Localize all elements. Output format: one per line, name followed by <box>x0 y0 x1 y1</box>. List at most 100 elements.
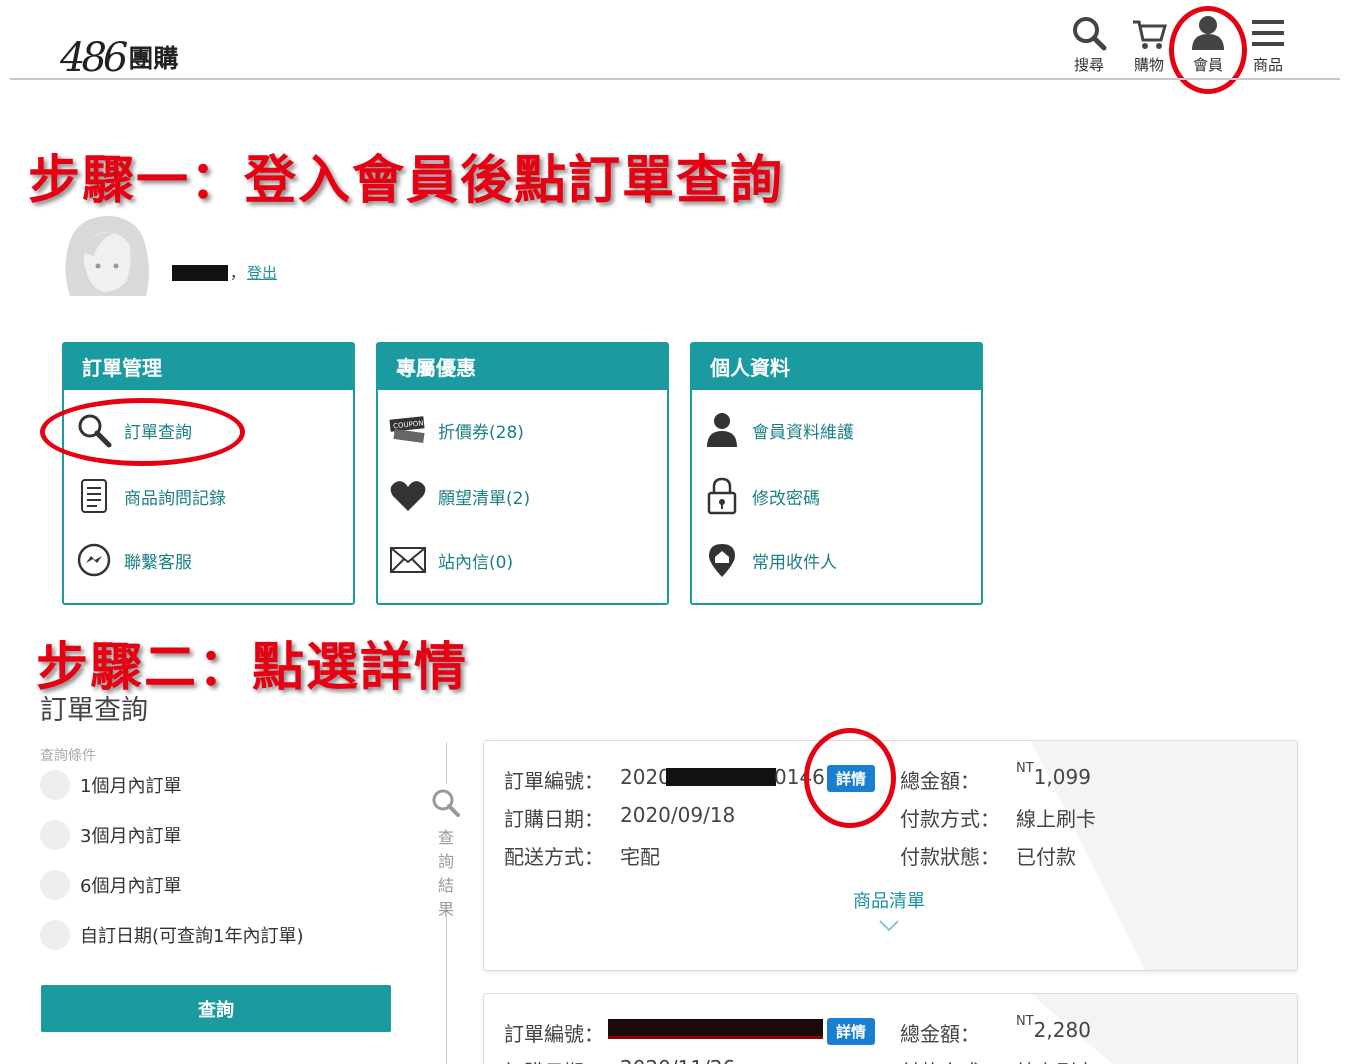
total-label: 總金額： <box>900 1022 980 1046</box>
panel-personal-info-title: 個人資料 <box>692 344 981 390</box>
order-date: 2020/09/18 <box>620 803 736 827</box>
user-greeting: ， 登出 <box>172 262 277 283</box>
query-button[interactable]: 查詢 <box>41 985 391 1032</box>
panel-exclusive-offers-title: 專屬優惠 <box>378 344 667 390</box>
menu-recipients-label: 常用收件人 <box>752 552 837 573</box>
option-1-month[interactable]: 1個月內訂單 <box>40 770 181 800</box>
option-custom-date[interactable]: 自訂日期(可查詢1年內訂單) <box>40 920 304 950</box>
option-3-months-label: 3個月內訂單 <box>80 826 182 847</box>
product-list-label: 商品清單 <box>853 891 925 912</box>
option-6-months[interactable]: 6個月內訂單 <box>40 870 181 900</box>
nav-products[interactable]: 商品 <box>1242 14 1294 74</box>
logo-text: 團購 <box>128 44 179 73</box>
heart-icon <box>388 476 428 516</box>
menu-change-password[interactable]: 修改密碼 <box>702 476 820 516</box>
total-amount: NT2,280 <box>1016 1014 1091 1042</box>
nav-products-label: 商品 <box>1252 56 1283 74</box>
payment-label: 付款方式： <box>900 1056 1000 1064</box>
divider-top <box>446 742 447 784</box>
total-amount: NT1,099 <box>1016 761 1091 789</box>
panel-exclusive-offers: 專屬優惠 COUPON 折價券(28) 願望清單(2) 站內信(0) <box>376 342 669 605</box>
menu-contact-support[interactable]: 聯繫客服 <box>74 540 192 580</box>
payment-method: 線上刷卡 <box>1016 1056 1096 1064</box>
messenger-icon <box>74 540 114 580</box>
redacted-order-no <box>666 768 776 786</box>
logo-mark: 486 <box>60 35 128 81</box>
product-list-toggle[interactable]: 商品清單 <box>853 887 925 933</box>
option-custom-date-label: 自訂日期(可查詢1年內訂單) <box>80 926 304 947</box>
redacted-order-no <box>608 1019 823 1039</box>
radio-custom-date[interactable] <box>40 920 70 950</box>
shipping-label: 配送方式： <box>504 845 604 869</box>
results-char-2: 詢 <box>437 852 454 871</box>
total-value: 1,099 <box>1033 765 1091 789</box>
radio-6-months[interactable] <box>40 870 70 900</box>
results-char-1: 查 <box>437 828 454 847</box>
search-icon <box>1073 17 1107 51</box>
order-date-label: 訂購日期： <box>504 1056 604 1064</box>
divider-bottom <box>446 912 447 1064</box>
site-logo[interactable]: 486 團購 <box>60 18 178 78</box>
menu-wishlist[interactable]: 願望清單(2) <box>388 476 530 516</box>
menu-contact-support-label: 聯繫客服 <box>124 552 192 573</box>
total-value: 2,280 <box>1033 1018 1091 1042</box>
annotation-circle-member <box>1169 6 1247 94</box>
currency: NT <box>1016 761 1034 776</box>
order-no-start: 2020 <box>620 765 671 789</box>
menu-coupons[interactable]: COUPON 折價券(28) <box>388 410 524 450</box>
order-date-label: 訂購日期： <box>504 807 604 831</box>
menu-change-password-label: 修改密碼 <box>752 488 820 509</box>
option-6-months-label: 6個月內訂單 <box>80 876 182 897</box>
cart-icon <box>1133 20 1167 49</box>
currency: NT <box>1016 1014 1034 1029</box>
option-1-month-label: 1個月內訂單 <box>80 776 182 797</box>
radio-3-months[interactable] <box>40 820 70 850</box>
shipping-method: 宅配 <box>620 845 660 869</box>
location-home-icon <box>702 540 742 580</box>
nav-search-label: 搜尋 <box>1073 56 1104 74</box>
menu-wishlist-label: 願望清單(2) <box>438 488 531 509</box>
person-icon <box>702 410 742 450</box>
redacted-username <box>172 264 228 281</box>
step1-annotation: 步驟一：登入會員後點訂單查詢 <box>28 151 785 211</box>
panel-order-management: 訂單管理 訂單查詢 商品詢問記錄 聯繫客服 <box>62 342 355 605</box>
radio-1-month[interactable] <box>40 770 70 800</box>
menu-product-inquiry[interactable]: 商品詢問記錄 <box>74 476 226 516</box>
payment-status-label: 付款狀態： <box>900 845 1000 869</box>
lock-icon <box>702 476 742 516</box>
order-card: 訂單編號： 詳情 訂購日期： 2020/11/26 總金額： NT2,280 付… <box>483 993 1298 1064</box>
option-3-months[interactable]: 3個月內訂單 <box>40 820 181 850</box>
chevron-down-icon <box>879 920 899 932</box>
order-date: 2020/11/26 <box>620 1056 735 1064</box>
annotation-circle-order-query <box>40 398 245 466</box>
order-query-title: 訂單查詢 <box>40 695 148 726</box>
menu-member-profile[interactable]: 會員資料維護 <box>702 410 854 450</box>
payment-status: 已付款 <box>1016 845 1076 869</box>
menu-member-profile-label: 會員資料維護 <box>752 422 854 443</box>
coupon-icon: COUPON <box>388 410 428 450</box>
detail-button[interactable]: 詳情 <box>827 1018 876 1045</box>
nav-cart-label: 購物 <box>1133 56 1164 74</box>
menu-recipients[interactable]: 常用收件人 <box>702 540 837 580</box>
search-results-icon <box>432 789 460 817</box>
header-divider <box>10 78 1340 80</box>
payment-method: 線上刷卡 <box>1016 807 1096 831</box>
menu-inbox[interactable]: 站內信(0) <box>388 540 513 580</box>
annotation-circle-detail <box>804 728 896 828</box>
menu-icon <box>1252 20 1284 46</box>
logout-link[interactable]: 登出 <box>247 262 277 283</box>
panel-order-management-title: 訂單管理 <box>64 344 353 390</box>
envelope-icon <box>388 540 428 580</box>
total-label: 總金額： <box>900 769 980 793</box>
nav-cart[interactable]: 購物 <box>1123 14 1175 74</box>
scroll-list-icon <box>74 476 114 516</box>
menu-product-inquiry-label: 商品詢問記錄 <box>124 488 226 509</box>
order-no-label: 訂單編號： <box>504 769 604 793</box>
menu-inbox-label: 站內信(0) <box>438 552 514 573</box>
panel-personal-info: 個人資料 會員資料維護 修改密碼 常用收件人 <box>690 342 983 605</box>
nav-search[interactable]: 搜尋 <box>1063 14 1115 74</box>
order-no-label: 訂單編號： <box>504 1022 604 1046</box>
query-conditions-label: 查詢條件 <box>40 748 96 764</box>
results-side-label: 查 詢 結 果 <box>430 787 462 922</box>
user-suffix: ， <box>230 264 246 282</box>
